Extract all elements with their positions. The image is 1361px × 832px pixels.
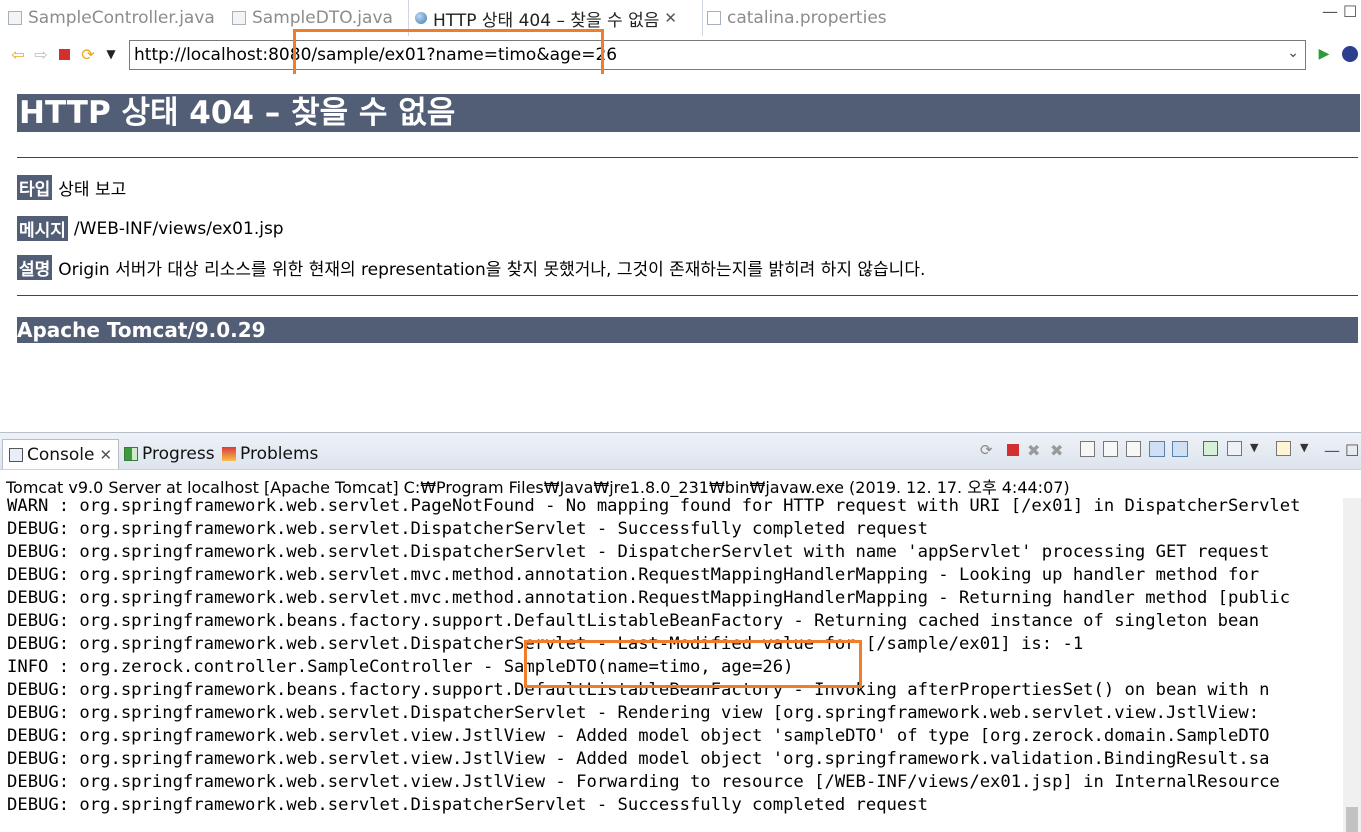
tab-problems[interactable]: Problems bbox=[216, 439, 318, 469]
stop-icon[interactable] bbox=[54, 44, 74, 64]
remove-all-terminated-icon[interactable]: ✖ bbox=[1050, 441, 1068, 460]
tab-label: catalina.properties bbox=[727, 8, 887, 28]
close-icon[interactable]: ✕ bbox=[664, 9, 677, 27]
open-console-icon[interactable] bbox=[1276, 441, 1294, 459]
remove-launch-icon[interactable]: ✖ bbox=[1027, 441, 1045, 460]
console-line: DEBUG: org.springframework.web.servlet.D… bbox=[7, 634, 1084, 654]
console-line: DEBUG: org.springframework.web.servlet.D… bbox=[7, 703, 1260, 723]
tab-progress[interactable]: Progress bbox=[118, 439, 215, 469]
back-arrow-icon[interactable]: ⇦ bbox=[8, 44, 28, 64]
console-line: DEBUG: org.springframework.beans.factory… bbox=[7, 680, 1270, 700]
message-label: 메시지 bbox=[17, 216, 68, 241]
progress-icon bbox=[124, 447, 138, 461]
tab-label: HTTP 상태 404 – 찾을 수 없음 bbox=[433, 10, 660, 31]
relaunch-icon[interactable]: ⟳ bbox=[980, 441, 998, 459]
terminate-icon[interactable] bbox=[1004, 441, 1022, 459]
console-line: DEBUG: org.springframework.web.servlet.m… bbox=[7, 565, 1260, 585]
tab-label: Console bbox=[27, 444, 95, 465]
console-line: WARN : org.springframework.web.servlet.P… bbox=[7, 496, 1301, 516]
tab-console[interactable]: Console ✕ bbox=[2, 439, 120, 469]
refresh-icon[interactable]: ⟳ bbox=[78, 44, 98, 64]
tab-label: SampleController.java bbox=[28, 8, 215, 28]
type-row: 타입 상태 보고 bbox=[17, 175, 126, 200]
divider bbox=[17, 295, 1358, 296]
console-line: DEBUG: org.springframework.beans.factory… bbox=[7, 611, 1260, 631]
tab-http-404[interactable]: HTTP 상태 404 – 찾을 수 없음 ✕ bbox=[408, 0, 703, 36]
show-on-stdout-icon[interactable] bbox=[1149, 441, 1167, 459]
console-line: DEBUG: org.springframework.web.servlet.D… bbox=[7, 795, 928, 815]
console-line: DEBUG: org.springframework.web.servlet.v… bbox=[7, 749, 1270, 769]
server-version: Apache Tomcat/9.0.29 bbox=[17, 317, 1358, 343]
browser-toolbar: ⇦ ⇨ ⟳ ▼ http://localhost:8080/sample/ex0… bbox=[0, 36, 1361, 74]
console-icon bbox=[9, 447, 23, 462]
dropdown-arrow-icon[interactable]: ▼ bbox=[1250, 441, 1268, 459]
url-text: http://localhost:8080/sample/ex01?name=t… bbox=[134, 45, 618, 65]
editor-tab-bar: SampleController.java SampleDTO.java HTT… bbox=[0, 0, 1361, 37]
error-page: HTTP 상태 404 – 찾을 수 없음 타입 상태 보고 메시지 /WEB-… bbox=[0, 74, 1361, 432]
chevron-down-icon[interactable]: ⌄ bbox=[1287, 45, 1299, 61]
minimize-icon[interactable]: — bbox=[1322, 2, 1338, 21]
pin-console-icon[interactable] bbox=[1203, 441, 1221, 459]
tab-catalina-properties[interactable]: catalina.properties bbox=[707, 0, 887, 36]
type-value: 상태 보고 bbox=[58, 180, 127, 200]
message-value: /WEB-INF/views/ex01.jsp bbox=[73, 218, 284, 239]
console-line: DEBUG: org.springframework.web.servlet.v… bbox=[7, 726, 1270, 746]
page-title: HTTP 상태 404 – 찾을 수 없음 bbox=[17, 94, 1360, 132]
vertical-scrollbar[interactable] bbox=[1343, 498, 1361, 832]
display-console-icon[interactable] bbox=[1227, 441, 1245, 459]
maximize-icon[interactable]: ☐ bbox=[1345, 441, 1361, 460]
minimize-icon[interactable]: — bbox=[1324, 441, 1342, 460]
forward-arrow-icon[interactable]: ⇨ bbox=[31, 44, 51, 64]
description-label: 설명 bbox=[17, 255, 53, 280]
dropdown-arrow-icon[interactable]: ▼ bbox=[1300, 441, 1318, 459]
tab-sample-dto[interactable]: SampleDTO.java bbox=[232, 0, 393, 36]
tab-sample-controller[interactable]: SampleController.java bbox=[8, 0, 215, 36]
console-output[interactable]: WARN : org.springframework.web.servlet.P… bbox=[7, 495, 1343, 832]
scroll-lock-icon[interactable] bbox=[1103, 441, 1121, 459]
tab-label: SampleDTO.java bbox=[252, 8, 393, 28]
description-value: Origin 서버가 대상 리소스를 위한 현재의 representation… bbox=[58, 260, 926, 280]
console-line: INFO : org.zerock.controller.SampleContr… bbox=[7, 657, 794, 677]
tab-label: Problems bbox=[240, 444, 319, 464]
java-file-icon bbox=[232, 11, 246, 25]
maximize-icon[interactable]: ☐ bbox=[1343, 2, 1357, 21]
type-label: 타입 bbox=[17, 175, 53, 200]
java-file-icon bbox=[8, 11, 22, 25]
word-wrap-icon[interactable] bbox=[1126, 441, 1144, 459]
console-line: DEBUG: org.springframework.web.servlet.D… bbox=[7, 542, 1270, 562]
web-browser-icon bbox=[415, 12, 427, 24]
console-line: DEBUG: org.springframework.web.servlet.m… bbox=[7, 588, 1291, 608]
dropdown-arrow-icon[interactable]: ▼ bbox=[101, 44, 121, 64]
clear-console-icon[interactable] bbox=[1080, 441, 1098, 459]
tab-label: Progress bbox=[142, 444, 215, 464]
close-icon[interactable]: ✕ bbox=[100, 446, 113, 464]
properties-file-icon bbox=[707, 11, 721, 25]
problems-icon bbox=[222, 447, 236, 461]
console-view: Console ✕ Progress Problems ⟳ ✖ ✖ ▼ ▼ — … bbox=[0, 432, 1361, 832]
scrollbar-thumb[interactable] bbox=[1346, 807, 1358, 832]
message-row: 메시지 /WEB-INF/views/ex01.jsp bbox=[17, 216, 284, 241]
description-row: 설명 Origin 서버가 대상 리소스를 위한 현재의 representat… bbox=[17, 255, 925, 280]
console-line: DEBUG: org.springframework.web.servlet.v… bbox=[7, 772, 1280, 792]
console-line: DEBUG: org.springframework.web.servlet.D… bbox=[7, 519, 928, 539]
eclipse-browser-icon[interactable] bbox=[1340, 44, 1360, 64]
console-tab-bar: Console ✕ Progress Problems ⟳ ✖ ✖ ▼ ▼ — … bbox=[0, 432, 1361, 470]
show-on-stderr-icon[interactable] bbox=[1172, 441, 1190, 459]
url-input[interactable]: http://localhost:8080/sample/ex01?name=t… bbox=[129, 40, 1306, 70]
divider bbox=[17, 157, 1358, 158]
go-icon[interactable]: ▶ bbox=[1314, 44, 1334, 64]
